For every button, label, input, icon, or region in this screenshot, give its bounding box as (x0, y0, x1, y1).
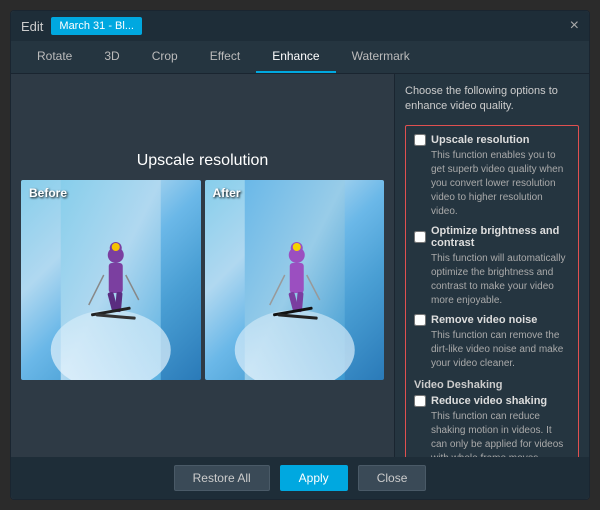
upscale-checkbox[interactable] (414, 134, 426, 146)
restore-all-button[interactable]: Restore All (174, 465, 270, 491)
brightness-label: Optimize brightness and contrast (431, 225, 570, 249)
after-label: After (213, 186, 241, 200)
deshake-desc: This function can reduce shaking motion … (431, 410, 570, 457)
after-preview: After (205, 180, 385, 380)
tab-watermark[interactable]: Watermark (336, 41, 426, 73)
file-tab[interactable]: March 31 - Bl... (51, 17, 142, 35)
brightness-checkbox[interactable] (414, 231, 426, 243)
apply-button[interactable]: Apply (280, 465, 348, 491)
noise-label-row: Remove video noise (414, 314, 570, 326)
tab-enhance[interactable]: Enhance (256, 41, 335, 73)
tab-3d[interactable]: 3D (88, 41, 135, 73)
preview-images: Before (21, 180, 384, 380)
title-bar: Edit March 31 - Bl... × (11, 11, 589, 41)
before-preview: Before (21, 180, 201, 380)
deshake-option: Reduce video shaking This function can r… (414, 395, 570, 457)
brightness-option: Optimize brightness and contrast This fu… (414, 225, 570, 308)
nav-tabs: Rotate 3D Crop Effect Enhance Watermark (11, 41, 589, 74)
before-label: Before (29, 186, 67, 200)
preview-section: Upscale resolution Before (11, 74, 394, 457)
deshake-label: Reduce video shaking (431, 395, 547, 407)
brightness-label-row: Optimize brightness and contrast (414, 225, 570, 249)
upscale-label-row: Upscale resolution (414, 134, 570, 146)
close-window-button[interactable]: × (570, 18, 579, 34)
close-button[interactable]: Close (358, 465, 427, 491)
bottom-bar: Restore All Apply Close (11, 457, 589, 499)
tab-effect[interactable]: Effect (194, 41, 256, 73)
tab-rotate[interactable]: Rotate (21, 41, 88, 73)
edit-window: Edit March 31 - Bl... × Rotate 3D Crop E… (10, 10, 590, 500)
upscale-desc: This function enables you to get superb … (431, 149, 570, 219)
preview-title: Upscale resolution (137, 152, 269, 170)
deshake-checkbox[interactable] (414, 395, 426, 407)
tab-crop[interactable]: Crop (136, 41, 194, 73)
upscale-label: Upscale resolution (431, 134, 529, 146)
window-title: Edit (21, 19, 43, 34)
brightness-desc: This function will automatically optimiz… (431, 252, 570, 308)
deshake-label-row: Reduce video shaking (414, 395, 570, 407)
noise-label: Remove video noise (431, 314, 537, 326)
noise-option: Remove video noise This function can rem… (414, 314, 570, 371)
options-header: Choose the following options to enhance … (405, 84, 579, 115)
title-bar-left: Edit March 31 - Bl... (21, 17, 142, 35)
deshake-section-title: Video Deshaking (414, 379, 570, 391)
options-panel: Choose the following options to enhance … (394, 74, 589, 457)
enhance-options-group: Upscale resolution This function enables… (405, 125, 579, 457)
before-ski-image (21, 180, 201, 380)
content-area: Upscale resolution Before (11, 74, 589, 457)
noise-checkbox[interactable] (414, 314, 426, 326)
after-ski-image (205, 180, 385, 380)
upscale-option: Upscale resolution This function enables… (414, 134, 570, 219)
noise-desc: This function can remove the dirt-like v… (431, 329, 570, 371)
